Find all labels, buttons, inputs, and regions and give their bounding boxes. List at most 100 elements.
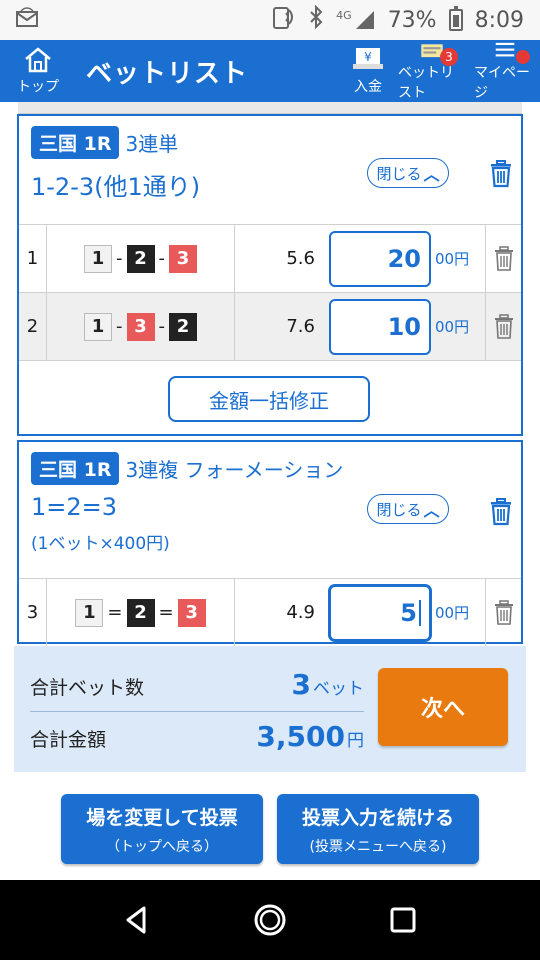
bet-type: 3連複 フォーメーション [125,458,344,482]
close-label: 閉じる [376,500,422,519]
bet-list-content[interactable]: 三国 1R 3連単 1-2-3(他1通り) 閉じる ︿ 1 1 - 2 - 3 5… [0,102,540,880]
total-amount-unit: 円 [347,731,364,751]
continue-input-sublabel: (投票メニューへ戻る) [309,838,447,855]
separator: - [116,316,123,337]
bulk-edit-button[interactable]: 金額一括修正 [168,376,370,422]
combination-boxes: 1 = 2 = 3 [47,579,235,646]
venue-badge: 三国 1R [31,452,120,485]
boat-box: 2 [126,244,155,273]
boat-box: 2 [169,312,197,341]
boat-box: 1 [75,598,104,627]
scrolled-previous-item [18,102,522,114]
total-count-value: 3 [291,668,311,701]
mypage-label: マイページ [474,65,530,101]
separator: = [107,602,123,623]
amount-unit: 00円 [435,318,470,336]
notification-dot [516,50,530,64]
clock: 8:09 [474,7,524,33]
close-button[interactable]: 閉じる ︿ [367,494,449,524]
home-icon [25,47,51,73]
separator: - [158,248,166,269]
combination-boxes: 1 - 2 - 3 [47,225,235,292]
system-nav-bar [0,880,540,960]
close-button[interactable]: 閉じる ︿ [367,158,449,188]
close-label: 閉じる [376,164,422,183]
amount-input[interactable]: 5 [329,584,431,641]
recents-icon[interactable] [386,903,420,937]
boat-box: 1 [84,312,112,341]
bet-row: 1 1 - 2 - 3 5.6 20 00円 [19,224,521,292]
bluetooth-icon [308,4,324,35]
amount-unit: 00円 [435,250,470,268]
boat-box: 2 [126,598,155,627]
total-amount-label: 合計金額 [30,729,107,751]
combination-boxes: 1 - 3 - 2 [47,293,235,360]
row-number: 2 [19,293,47,360]
app-header: トップ ベットリスト ¥ 入金 3 ベットリスト マイページ [0,40,540,102]
home-label: トップ [17,79,59,95]
change-venue-button[interactable]: 場を変更して投票 （トップへ戻る） [61,794,263,864]
home-nav-icon[interactable] [253,903,287,937]
bet-row: 2 1 - 3 - 2 7.6 10 00円 [19,292,521,360]
amount-value: 5 [400,598,417,627]
battery-icon [448,6,463,31]
total-bet-count: 合計ベット数 3 ベット [30,668,364,701]
separator: - [158,316,166,337]
continue-input-label: 投票入力を続ける [301,806,454,829]
delete-card-icon[interactable] [489,160,513,188]
bet-row: 3 1 = 2 = 3 4.9 5 00円 [19,578,521,646]
separator: - [116,248,123,269]
boat-box: 3 [177,598,206,627]
row-number: 1 [19,225,47,292]
chevron-up-icon: ︿ [423,165,440,184]
total-amount-value: 3,500 [256,720,345,753]
home-button[interactable]: トップ [0,40,76,102]
boat-box: 1 [84,244,112,273]
odds: 5.6 [286,248,315,269]
delete-row-icon[interactable] [493,245,515,272]
betlist-button[interactable]: 3 ベットリスト [394,40,470,102]
deposit-label: 入金 [354,79,382,95]
page-title: ベットリスト [86,58,249,89]
total-count-unit: ベット [313,679,364,699]
mail-notification-icon [16,7,38,33]
battery-percent: 73% [387,7,437,33]
bet-card: 三国 1R 3連単 1-2-3(他1通り) 閉じる ︿ 1 1 - 2 - 3 5… [17,114,523,436]
chevron-up-icon: ︿ [423,501,440,520]
signal-icon: 4G [336,9,376,31]
odds: 7.6 [286,316,315,337]
amount-input[interactable]: 10 [329,298,431,355]
betlist-label: ベットリスト [398,65,454,101]
boat-box: 3 [126,312,155,341]
delete-card-icon[interactable] [489,498,513,526]
bet-card: 三国 1R 3連複 フォーメーション 1=2=3 (1ベット×400円) 閉じる… [17,440,523,646]
row-number: 3 [19,579,47,646]
status-bar: 4G 73% 8:09 [0,0,540,40]
total-count-label: 合計ベット数 [30,677,145,699]
nfc-icon [270,4,296,36]
boat-box: 3 [169,244,197,273]
separator: = [158,602,174,623]
amount-unit: 00円 [435,604,470,622]
bet-unit-summary: (1ベット×400円) [31,534,170,554]
divider [30,711,364,712]
back-icon[interactable] [120,903,154,937]
odds: 4.9 [286,602,315,623]
total-amount: 合計金額 3,500 円 [30,720,364,753]
bet-type: 3連単 [125,132,179,156]
mypage-button[interactable]: マイページ [470,40,540,102]
amount-input[interactable]: 20 [329,230,431,287]
deposit-icon: ¥ [353,48,383,69]
change-venue-sublabel: （トップへ戻る） [106,838,218,855]
betlist-badge: 3 [440,48,458,66]
next-button[interactable]: 次へ [378,668,508,746]
deposit-button[interactable]: ¥ 入金 [342,40,394,102]
bet-summary: 合計ベット数 3 ベット 合計金額 3,500 円 次へ [14,646,526,772]
svg-text:¥: ¥ [364,50,372,64]
delete-row-icon[interactable] [493,313,515,340]
venue-badge: 三国 1R [31,126,120,159]
delete-row-icon[interactable] [493,599,515,626]
text-caret [419,599,421,626]
continue-input-button[interactable]: 投票入力を続ける (投票メニューへ戻る) [277,794,479,864]
change-venue-label: 場を変更して投票 [86,806,238,829]
